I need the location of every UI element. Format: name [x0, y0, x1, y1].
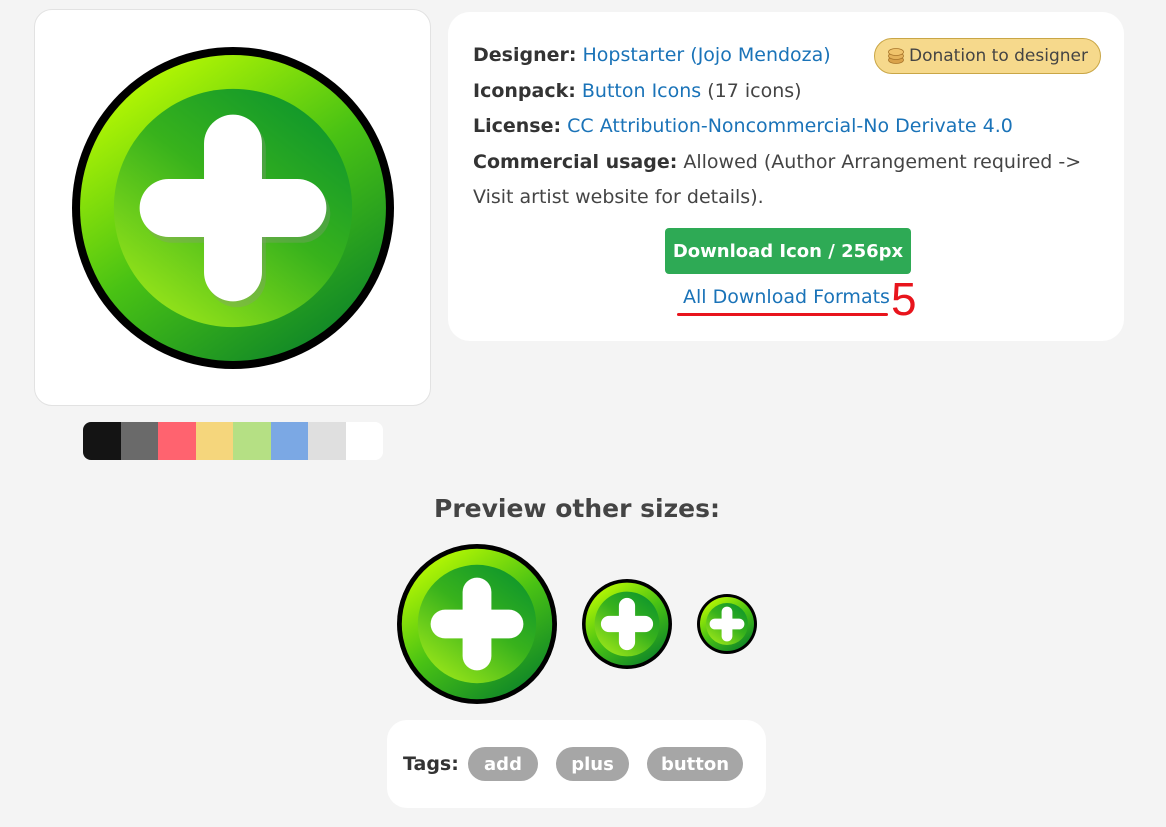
iconpack-count: (17 icons)	[707, 79, 802, 102]
iconpack-link[interactable]: Button Icons	[582, 80, 701, 102]
add-icon-preview-large[interactable]	[397, 544, 557, 704]
designer-label: Designer:	[473, 44, 577, 66]
palette-swatch-0[interactable]	[83, 422, 121, 460]
tags-label: Tags:	[403, 753, 459, 775]
designer-link[interactable]: Hopstarter (Jojo Mendoza)	[583, 44, 831, 66]
palette-swatch-1[interactable]	[120, 422, 158, 460]
tag-button[interactable]: button	[647, 747, 743, 781]
commercial-row: Commercial usage: Allowed (Author Arrang…	[473, 145, 1083, 181]
palette-swatch-5[interactable]	[270, 422, 308, 460]
preview-sizes-heading: Preview other sizes:	[434, 494, 720, 523]
tag-add[interactable]: add	[468, 747, 538, 781]
commercial-text-continued: Visit artist website for details).	[473, 186, 764, 208]
iconpack-label: Iconpack:	[473, 79, 576, 102]
commercial-label: Commercial usage:	[473, 150, 678, 173]
color-palette	[83, 422, 383, 460]
annotation-number: 5	[891, 273, 917, 325]
iconpack-row: Iconpack: Button Icons (17 icons)	[473, 74, 1083, 110]
donation-button[interactable]: Donation to designer	[874, 38, 1101, 74]
add-icon	[71, 46, 394, 369]
palette-swatch-3[interactable]	[195, 422, 233, 460]
commercial-row-continued: Visit artist website for details).	[473, 180, 1083, 216]
all-download-formats-link[interactable]: All Download Formats	[683, 286, 890, 308]
icon-preview-card	[34, 9, 431, 406]
add-icon-preview-small[interactable]	[697, 594, 757, 654]
license-label: License:	[473, 115, 562, 137]
tags-card: Tags: add plus button	[387, 720, 766, 808]
icon-details-card: Designer: Hopstarter (Jojo Mendoza) Icon…	[448, 12, 1124, 341]
license-row: License: CC Attribution-Noncommercial-No…	[473, 109, 1083, 145]
download-icon-button[interactable]: Download Icon / 256px	[665, 228, 911, 274]
palette-swatch-4[interactable]	[233, 422, 271, 460]
donation-label: Donation to designer	[909, 46, 1088, 66]
palette-swatch-7[interactable]	[345, 422, 383, 460]
palette-swatch-6[interactable]	[308, 422, 346, 460]
commercial-text: Allowed (Author Arrangement required ->	[683, 150, 1082, 173]
add-icon-preview-medium[interactable]	[582, 579, 672, 669]
license-link[interactable]: CC Attribution-Noncommercial-No Derivate…	[567, 115, 1013, 137]
annotation-underline	[677, 313, 888, 316]
coin-stack-icon	[888, 48, 904, 64]
tag-plus[interactable]: plus	[556, 747, 629, 781]
palette-swatch-2[interactable]	[158, 422, 196, 460]
